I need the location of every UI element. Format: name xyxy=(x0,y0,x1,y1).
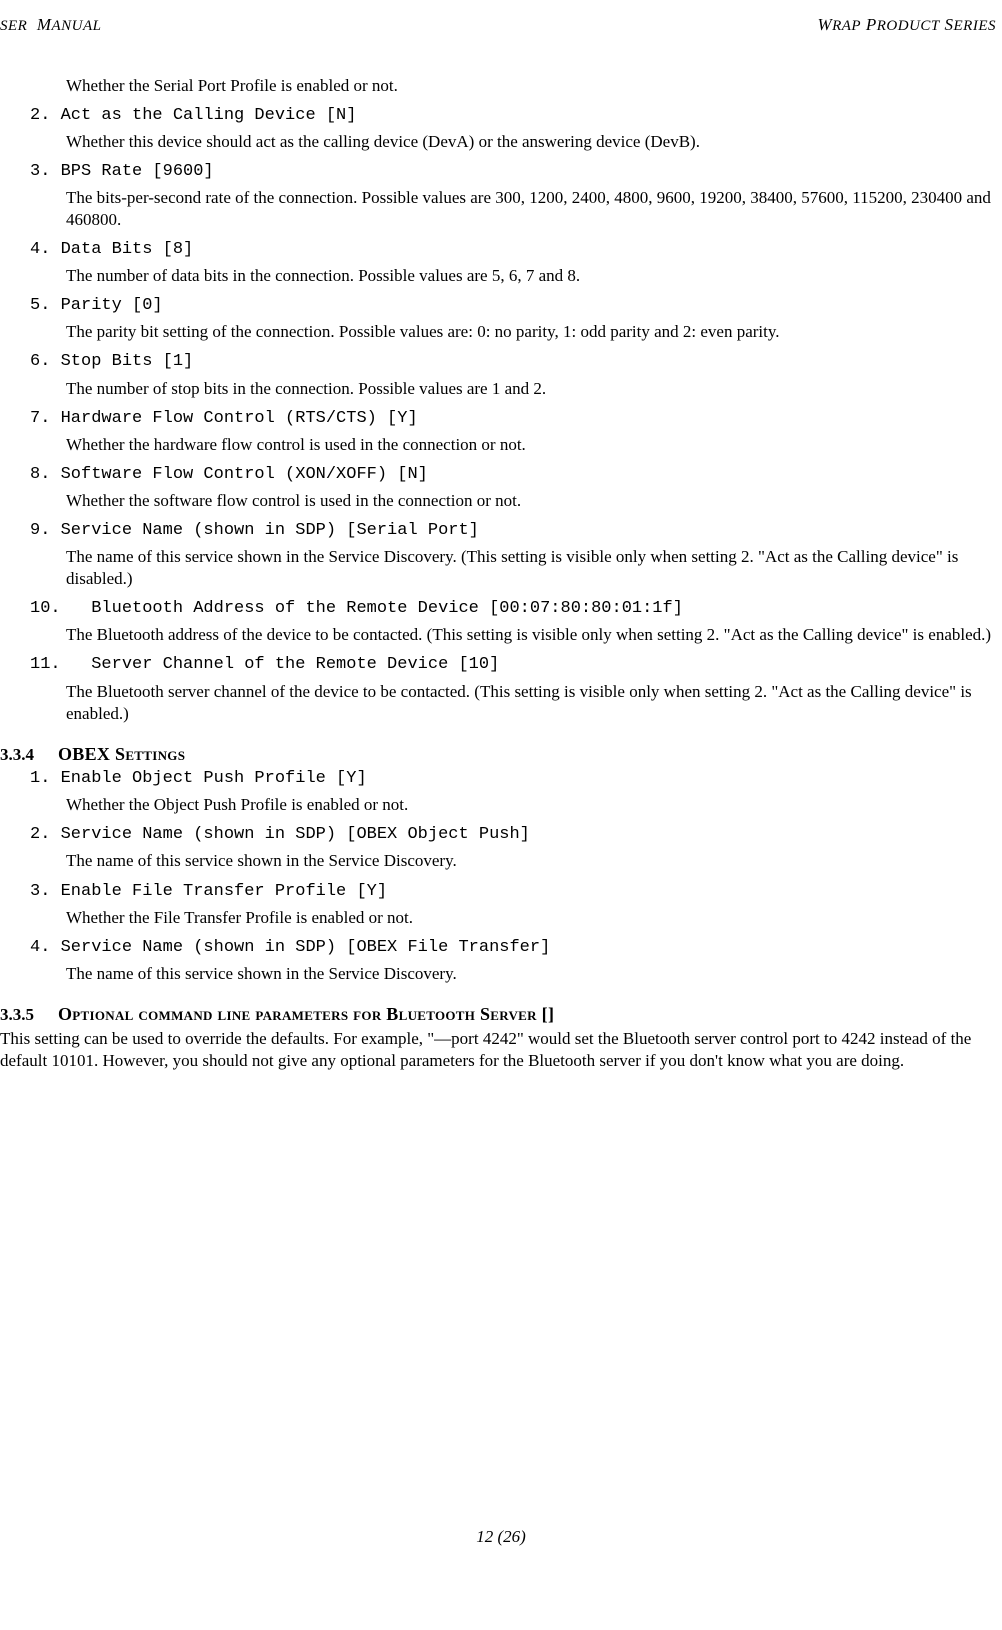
page-header: SER MANUAL WRAP PRODUCT SERIES xyxy=(0,14,1002,37)
obex-4-title: 4. Service Name (shown in SDP) [OBEX Fil… xyxy=(0,937,996,959)
section-334-title: OBEX Settings xyxy=(58,743,185,766)
item-3-desc: The bits-per-second rate of the connecti… xyxy=(0,187,996,231)
section-334-heading: 3.3.4 OBEX Settings xyxy=(0,743,996,766)
item-11-desc: The Bluetooth server channel of the devi… xyxy=(0,681,996,725)
item-9-title: 9. Service Name (shown in SDP) [Serial P… xyxy=(0,520,996,542)
header-right-w3b: ERIES xyxy=(954,18,996,34)
section-335-body: This setting can be used to override the… xyxy=(0,1028,996,1072)
header-left-part2a: M xyxy=(37,15,52,34)
header-right-w1b: RAP xyxy=(832,18,861,34)
item-2-desc: Whether this device should act as the ca… xyxy=(0,131,996,153)
item-9-desc: The name of this service shown in the Se… xyxy=(0,546,996,590)
header-right: WRAP PRODUCT SERIES xyxy=(817,14,996,37)
page-content: Whether the Serial Port Profile is enabl… xyxy=(0,37,1002,1073)
item-10-title: 10. Bluetooth Address of the Remote Devi… xyxy=(0,598,996,620)
item-8-desc: Whether the software flow control is use… xyxy=(0,490,996,512)
header-left-part1: SER xyxy=(0,18,27,34)
header-right-w2a: P xyxy=(866,15,877,34)
obex-1-desc: Whether the Object Push Profile is enabl… xyxy=(0,794,996,816)
item-2-title: 2. Act as the Calling Device [N] xyxy=(0,105,996,127)
obex-4-desc: The name of this service shown in the Se… xyxy=(0,963,996,985)
item-1-desc: Whether the Serial Port Profile is enabl… xyxy=(0,75,996,97)
item-6-desc: The number of stop bits in the connectio… xyxy=(0,378,996,400)
item-10-desc: The Bluetooth address of the device to b… xyxy=(0,624,996,646)
header-right-w2b: RODUCT xyxy=(877,18,940,34)
page-footer: 12 (26) xyxy=(0,1526,1002,1548)
section-335-num: 3.3.5 xyxy=(0,1004,58,1026)
section-335-heading: 3.3.5 Optional command line parameters f… xyxy=(0,1003,996,1026)
item-4-desc: The number of data bits in the connectio… xyxy=(0,265,996,287)
item-11-title: 11. Server Channel of the Remote Device … xyxy=(0,654,996,676)
item-5-desc: The parity bit setting of the connection… xyxy=(0,321,996,343)
item-7-title: 7. Hardware Flow Control (RTS/CTS) [Y] xyxy=(0,408,996,430)
item-5-title: 5. Parity [0] xyxy=(0,295,996,317)
header-right-w1a: W xyxy=(817,15,832,34)
header-left: SER MANUAL xyxy=(0,14,102,37)
item-3-title: 3. BPS Rate [9600] xyxy=(0,161,996,183)
item-7-desc: Whether the hardware flow control is use… xyxy=(0,434,996,456)
section-334-num: 3.3.4 xyxy=(0,744,58,766)
item-6-title: 6. Stop Bits [1] xyxy=(0,351,996,373)
section-335-title: Optional command line parameters for Blu… xyxy=(58,1003,554,1026)
obex-2-desc: The name of this service shown in the Se… xyxy=(0,850,996,872)
item-8-title: 8. Software Flow Control (XON/XOFF) [N] xyxy=(0,464,996,486)
item-4-title: 4. Data Bits [8] xyxy=(0,239,996,261)
header-right-w3a: S xyxy=(945,15,954,34)
obex-3-title: 3. Enable File Transfer Profile [Y] xyxy=(0,881,996,903)
header-left-part2b: ANUAL xyxy=(52,18,102,34)
obex-2-title: 2. Service Name (shown in SDP) [OBEX Obj… xyxy=(0,824,996,846)
obex-3-desc: Whether the File Transfer Profile is ena… xyxy=(0,907,996,929)
obex-1-title: 1. Enable Object Push Profile [Y] xyxy=(0,768,996,790)
